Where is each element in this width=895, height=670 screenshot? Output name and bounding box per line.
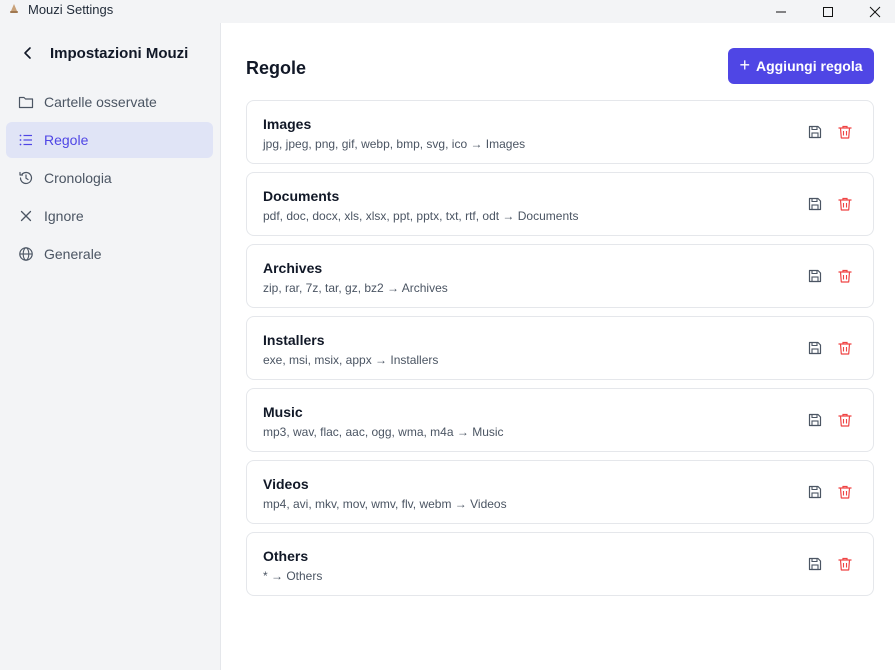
rule-name: Others — [263, 548, 309, 564]
trash-icon[interactable] — [837, 124, 853, 140]
list-icon — [19, 134, 32, 146]
main-content: Regole + Aggiungi regola Images jpg, jpe… — [222, 23, 895, 670]
rule-description: mp4, avi, mkv, mov, wmv, flv, webm → Vid… — [263, 497, 507, 511]
rule-name: Documents — [263, 188, 340, 204]
rule-card: Videos mp4, avi, mkv, mov, wmv, flv, web… — [246, 460, 874, 524]
trash-icon[interactable] — [837, 412, 853, 428]
close-icon — [869, 6, 881, 17]
add-rule-button[interactable]: + Aggiungi regola — [728, 48, 874, 84]
rule-name: Installers — [263, 332, 325, 348]
sidebar-item-cartelle-osservate[interactable]: Cartelle osservate — [6, 84, 213, 120]
rule-card: Installers exe, msi, msix, appx → Instal… — [246, 316, 874, 380]
sidebar-item-cronologia[interactable]: Cronologia — [6, 160, 213, 196]
globe-icon — [19, 247, 33, 261]
minimize-button[interactable] — [758, 0, 804, 23]
app-logo-icon — [10, 4, 18, 13]
rule-name: Archives — [263, 260, 323, 276]
sidebar-item-regole[interactable]: Regole — [6, 122, 213, 158]
history-icon — [19, 171, 33, 185]
trash-icon[interactable] — [837, 196, 853, 212]
rule-description: pdf, doc, docx, xls, xlsx, ppt, pptx, tx… — [263, 209, 579, 223]
save-icon[interactable] — [807, 484, 823, 500]
minimize-icon — [776, 11, 786, 12]
sidebar-item-label: Ignore — [44, 208, 84, 224]
rule-card: Archives zip, rar, 7z, tar, gz, bz2 → Ar… — [246, 244, 874, 308]
add-rule-button-label: Aggiungi regola — [755, 58, 863, 74]
trash-icon[interactable] — [837, 484, 853, 500]
sidebar-item-label: Generale — [44, 246, 102, 262]
save-icon[interactable] — [807, 340, 823, 356]
trash-icon[interactable] — [837, 556, 853, 572]
rule-description: * → Others — [263, 569, 323, 583]
close-window-button[interactable] — [852, 0, 895, 23]
rule-name: Videos — [263, 476, 309, 492]
chevron-left-icon[interactable] — [20, 45, 36, 61]
rule-name: Music — [263, 404, 303, 420]
rule-description: exe, msi, msix, appx → Installers — [263, 353, 439, 367]
save-icon[interactable] — [807, 268, 823, 284]
maximize-button[interactable] — [805, 0, 851, 23]
trash-icon[interactable] — [837, 340, 853, 356]
rule-card: Documents pdf, doc, docx, xls, xlsx, ppt… — [246, 172, 874, 236]
x-icon — [20, 210, 32, 222]
rule-card: Others * → Others — [246, 532, 874, 596]
sidebar-header: Impostazioni Mouzi — [0, 43, 221, 65]
title-bar: Mouzi Settings — [0, 0, 895, 23]
save-icon[interactable] — [807, 124, 823, 140]
sidebar-item-ignore[interactable]: Ignore — [6, 198, 213, 234]
sidebar: Impostazioni Mouzi Cartelle osservate Re… — [0, 23, 221, 670]
save-icon[interactable] — [807, 196, 823, 212]
sidebar-title: Impostazioni Mouzi — [50, 45, 189, 62]
sidebar-item-generale[interactable]: Generale — [6, 236, 213, 272]
trash-icon[interactable] — [837, 268, 853, 284]
maximize-icon — [823, 6, 833, 17]
folder-icon — [18, 96, 34, 109]
sidebar-item-label: Cronologia — [44, 170, 112, 186]
sidebar-item-label: Regole — [44, 132, 89, 148]
rule-description: mp3, wav, flac, aac, ogg, wma, m4a → Mus… — [263, 425, 504, 439]
rule-name: Images — [263, 116, 312, 132]
window-title: Mouzi Settings — [28, 2, 114, 17]
save-icon[interactable] — [807, 556, 823, 572]
sidebar-item-label: Cartelle osservate — [44, 94, 157, 110]
rule-description: zip, rar, 7z, tar, gz, bz2 → Archives — [263, 281, 448, 295]
plus-icon: + — [739, 55, 750, 75]
rule-card: Music mp3, wav, flac, aac, ogg, wma, m4a… — [246, 388, 874, 452]
rule-description: jpg, jpeg, png, gif, webp, bmp, svg, ico… — [263, 137, 526, 151]
page-title: Regole — [246, 58, 307, 78]
save-icon[interactable] — [807, 412, 823, 428]
rule-card: Images jpg, jpeg, png, gif, webp, bmp, s… — [246, 100, 874, 164]
